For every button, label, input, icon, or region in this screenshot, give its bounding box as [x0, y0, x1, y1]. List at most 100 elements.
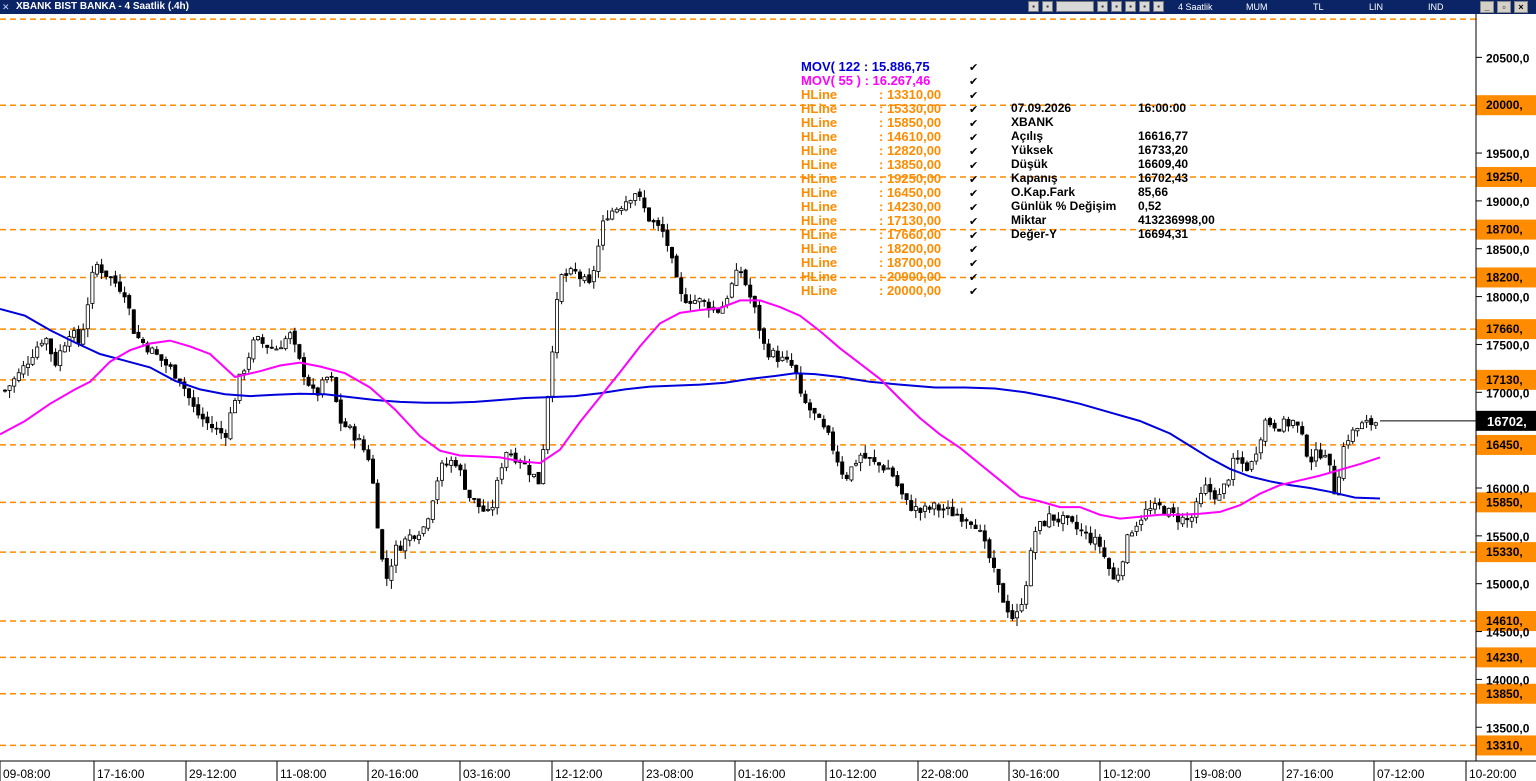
legend-hline-value-12: : 18700,00 [879, 255, 941, 270]
candle-body-160 [739, 271, 744, 274]
candle-body-10 [49, 338, 54, 355]
candle-body-56 [260, 337, 265, 344]
toolbar-icon-1[interactable]: ▪ [1028, 1, 1039, 12]
candle-body-207 [955, 513, 960, 516]
candle-body-33 [154, 349, 159, 355]
candle-body-96 [444, 463, 449, 466]
candle-body-142 [656, 220, 661, 226]
candle-body-136 [628, 200, 633, 204]
x-tick-label-9: 10-12:00 [829, 767, 877, 781]
candle-body-186 [858, 454, 863, 464]
legend-check-icon: ✔ [969, 202, 978, 214]
candle-body-279 [1286, 418, 1291, 427]
candle-body-229 [1056, 518, 1061, 523]
candle-body-34 [159, 354, 164, 361]
toolbar-combo[interactable] [1056, 1, 1094, 12]
period-label[interactable]: 4 Saatlik [1178, 0, 1213, 14]
candle-body-81 [375, 482, 380, 529]
hline-axis-label-9: 17130, [1486, 373, 1523, 387]
x-tick-label-5: 03-16:00 [463, 767, 511, 781]
candle-body-285 [1314, 449, 1319, 462]
info-value-6: 413236998,00 [1138, 213, 1215, 227]
candle-body-231 [1065, 515, 1070, 519]
candle-body-218 [1005, 600, 1010, 613]
candle-body-208 [959, 513, 964, 522]
candle-body-132 [610, 210, 615, 220]
legend-hline-name-6: HLine [801, 171, 837, 186]
candle-body-294 [1355, 428, 1360, 432]
minimize-button[interactable]: _ [1480, 1, 1494, 13]
scale-label[interactable]: LIN [1369, 0, 1383, 14]
candle-body-82 [380, 529, 385, 560]
info-label-4: O.Kap.Fark [1011, 185, 1075, 199]
candle-body-109 [504, 451, 509, 468]
restore-button[interactable]: ▫ [1497, 1, 1511, 13]
toolbar-icon-5[interactable]: ▪ [1125, 1, 1136, 12]
y-tick-label-10: 14500,0 [1486, 626, 1530, 640]
candle-body-258 [1189, 517, 1194, 522]
chart-type-label[interactable]: MUM [1246, 0, 1268, 14]
currency-label[interactable]: TL [1313, 0, 1324, 14]
candle-body-74 [343, 421, 348, 428]
x-tick-label-10: 22-08:00 [921, 767, 969, 781]
candle-body-246 [1134, 525, 1139, 532]
candle-body-71 [329, 375, 334, 378]
candle-body-183 [844, 474, 849, 480]
candle-body-225 [1038, 521, 1043, 531]
candle-body-102 [472, 498, 477, 500]
candle-body-194 [895, 475, 900, 487]
candle-body-124 [573, 269, 578, 272]
candle-body-189 [872, 457, 877, 463]
candle-body-88 [407, 534, 412, 541]
toolbar-icon-6[interactable]: ▪ [1139, 1, 1150, 12]
y-tick-label-0: 20500,0 [1486, 51, 1530, 65]
y-tick-label-12: 13500,0 [1486, 721, 1530, 735]
candle-body-75 [347, 425, 352, 428]
candle-body-235 [1084, 531, 1089, 534]
candle-body-190 [877, 462, 882, 466]
legend-hline-name-9: HLine [801, 213, 837, 228]
candle-body-36 [168, 364, 173, 367]
candle-body-90 [416, 534, 421, 540]
legend-hline-name-12: HLine [801, 255, 837, 270]
price-chart[interactable]: 13310,15330,15850,14610,13850,19250,1645… [0, 14, 1536, 781]
candle-body-27 [127, 295, 132, 309]
candle-body-296 [1364, 419, 1369, 423]
info-value-4: 85,66 [1138, 185, 1168, 199]
candle-body-78 [361, 439, 366, 451]
candle-body-158 [729, 283, 734, 298]
toolbar-icon-7[interactable]: ▪ [1153, 1, 1164, 12]
candle-body-65 [301, 357, 306, 378]
candle-body-263 [1212, 490, 1217, 500]
candle-body-280 [1291, 420, 1296, 426]
candle-body-45 [209, 424, 214, 429]
legend-check-icon: ✔ [969, 174, 978, 186]
candle-body-119 [550, 351, 555, 397]
candle-body-297 [1369, 418, 1374, 426]
info-value-7: 16694,31 [1138, 227, 1188, 241]
candle-body-233 [1074, 521, 1079, 530]
x-tick-label-11: 30-16:00 [1012, 767, 1060, 781]
candle-body-252 [1162, 506, 1167, 516]
candle-body-213 [982, 530, 987, 542]
close-button[interactable]: × [1514, 1, 1528, 13]
candle-body-278 [1281, 418, 1286, 432]
toolbar-icon-4[interactable]: ▪ [1111, 1, 1122, 12]
legend-check-icon: ✔ [969, 244, 978, 256]
candle-body-215 [992, 557, 997, 568]
legend-hline-value-8: : 14230,00 [879, 199, 941, 214]
toolbar-icon-3[interactable]: ▪ [1097, 1, 1108, 12]
candle-body-22 [104, 270, 109, 277]
candle-body-192 [886, 467, 891, 470]
candle-body-197 [909, 500, 914, 511]
candle-body-92 [426, 518, 431, 529]
toolbar-icon-2[interactable]: ▪ [1042, 1, 1053, 12]
y-tick-label-2: 19000,0 [1486, 195, 1530, 209]
y-tick-label-6: 17000,0 [1486, 386, 1530, 400]
indicator-label[interactable]: IND [1428, 0, 1444, 14]
hline-axis-label-1: 15330, [1486, 545, 1523, 559]
x-tick-label-8: 01-16:00 [738, 767, 786, 781]
candle-body-32 [150, 347, 155, 354]
window-title: XBANK BIST BANKA - 4 Saatlik (.4h) [16, 1, 189, 12]
candle-body-147 [679, 277, 684, 295]
